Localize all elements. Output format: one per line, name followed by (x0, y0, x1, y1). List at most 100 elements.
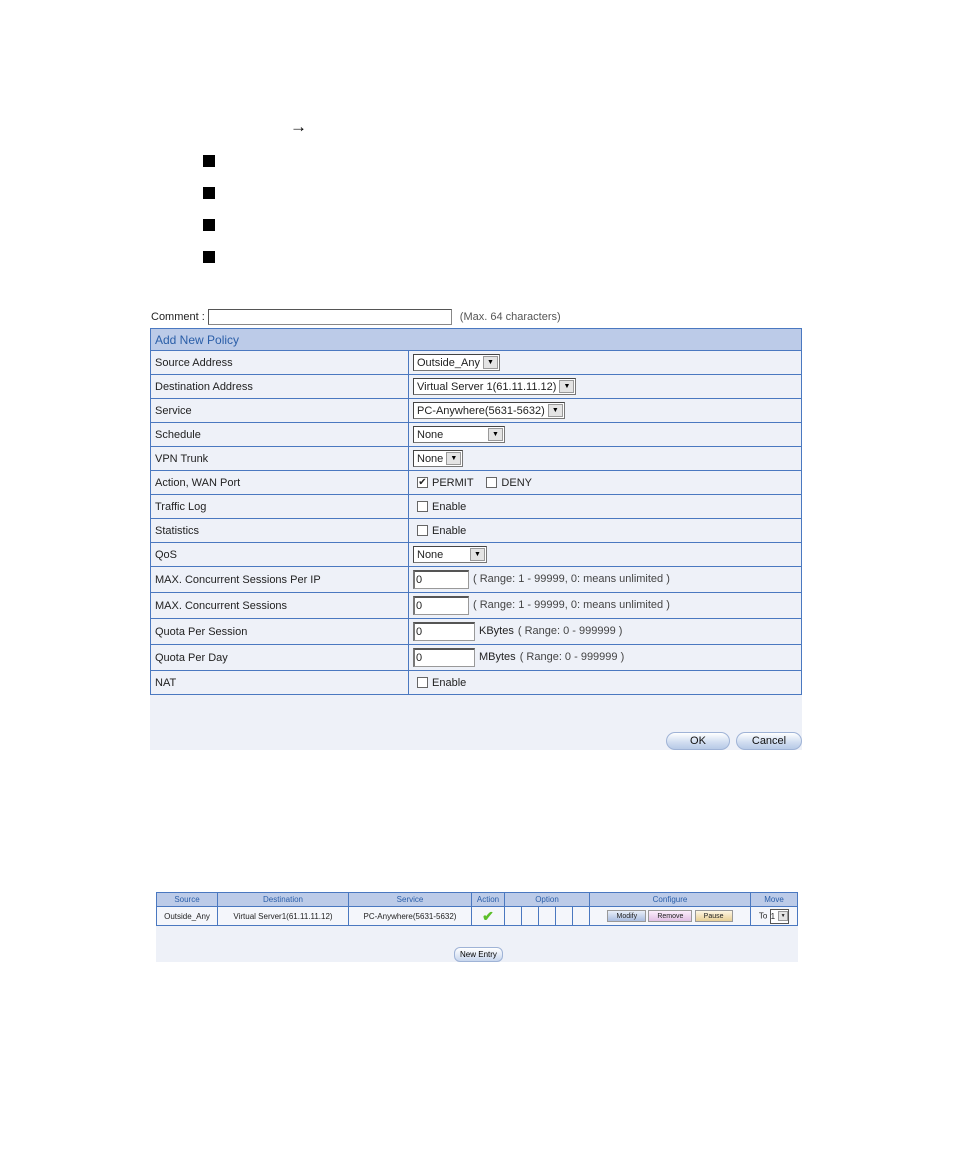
row-statistics: Statistics Enable (150, 518, 802, 543)
row-schedule: Schedule None ▼ (150, 422, 802, 447)
vpn-trunk-value: None (417, 452, 444, 465)
new-entry-button[interactable]: New Entry (454, 947, 503, 962)
nat-enable-label: Enable (432, 676, 467, 689)
source-address-select[interactable]: Outside_Any ▼ (413, 354, 500, 371)
schedule-label: Schedule (150, 422, 409, 447)
statistics-enable-label: Enable (432, 524, 467, 537)
move-value: 1 (770, 911, 776, 921)
max-sessions-hint: ( Range: 1 - 99999, 0: means unlimited ) (473, 599, 670, 612)
row-quota-per-day: Quota Per Day 0 MBytes( Range: 0 - 999999… (150, 644, 802, 671)
add-policy-panel: Comment : (Max. 64 characters) Add New P… (150, 306, 802, 750)
schedule-select[interactable]: None ▼ (413, 426, 505, 443)
cell-option (537, 906, 556, 926)
pause-button[interactable]: Pause (694, 910, 733, 922)
statistics-checkbox[interactable] (417, 525, 428, 537)
row-quota-per-session: Quota Per Session 0 KBytes( Range: 0 - 99… (150, 618, 802, 645)
cell-source: Outside_Any (156, 906, 218, 926)
quota-per-session-input[interactable]: 0 (413, 622, 475, 641)
modify-button[interactable]: Modify (607, 910, 647, 922)
qos-select[interactable]: None ▼ (413, 546, 487, 563)
bullet-icon (203, 187, 215, 199)
policy-table: Source Destination Service Action Option… (156, 892, 798, 926)
vpn-trunk-select[interactable]: None ▼ (413, 450, 464, 467)
qos-label: QoS (150, 542, 409, 567)
comment-input[interactable] (207, 309, 452, 325)
cancel-button[interactable]: Cancel (736, 732, 802, 750)
remove-button[interactable]: Remove (648, 910, 693, 922)
row-qos: QoS None ▼ (150, 542, 802, 567)
form-buttons: OK Cancel (666, 732, 802, 750)
cell-option (554, 906, 573, 926)
col-move: Move (750, 892, 798, 907)
chevron-down-icon: ▼ (470, 548, 485, 561)
quota-per-session-label: Quota Per Session (150, 618, 409, 645)
row-max-sessions-per-ip: MAX. Concurrent Sessions Per IP 0 ( Range… (150, 566, 802, 593)
source-address-value: Outside_Any (417, 356, 480, 369)
quota-per-day-label: Quota Per Day (150, 644, 409, 671)
max-sessions-per-ip-label: MAX. Concurrent Sessions Per IP (150, 566, 409, 593)
policy-list-panel: Source Destination Service Action Option… (156, 892, 798, 962)
move-select[interactable]: 1 ▼ (769, 908, 790, 924)
service-label: Service (150, 398, 409, 423)
destination-address-select[interactable]: Virtual Server 1(61.11.11.12) ▼ (413, 378, 577, 395)
row-action-wan-port: Action, WAN Port ✔ PERMIT DENY (150, 470, 802, 495)
deny-checkbox[interactable] (486, 477, 498, 489)
cell-action: ✔ (471, 906, 505, 926)
policy-table-header: Source Destination Service Action Option… (156, 892, 798, 907)
max-sessions-input[interactable]: 0 (413, 596, 469, 615)
cell-service: PC-Anywhere(5631-5632) (348, 906, 472, 926)
row-source-address: Source Address Outside_Any ▼ (150, 350, 802, 375)
destination-address-label: Destination Address (150, 374, 409, 399)
nat-label: NAT (150, 670, 409, 695)
nat-checkbox[interactable] (417, 677, 428, 689)
ok-button[interactable]: OK (666, 732, 730, 750)
schedule-value: None (417, 428, 444, 441)
col-option: Option (504, 892, 590, 907)
col-source: Source (156, 892, 218, 907)
bullet-icon (203, 155, 215, 167)
cell-option (504, 906, 522, 926)
permit-checkbox[interactable]: ✔ (417, 477, 428, 489)
statistics-label: Statistics (150, 518, 409, 543)
max-sessions-per-ip-input[interactable]: 0 (413, 570, 469, 589)
qos-value: None (417, 548, 444, 561)
comment-row: Comment : (Max. 64 characters) (150, 306, 802, 328)
chevron-down-icon: ▼ (778, 911, 789, 921)
cell-option (520, 906, 539, 926)
action-wan-port-label: Action, WAN Port (150, 470, 409, 495)
comment-label: Comment : (151, 311, 205, 323)
col-configure: Configure (589, 892, 751, 907)
cell-option (571, 906, 591, 926)
cell-move: To 1 ▼ (750, 906, 798, 926)
row-traffic-log: Traffic Log Enable (150, 494, 802, 519)
chevron-down-icon: ▼ (482, 356, 498, 369)
quota-per-day-hint: ( Range: 0 - 999999 ) (519, 651, 625, 664)
service-select[interactable]: PC-Anywhere(5631-5632) ▼ (413, 402, 565, 419)
vpn-trunk-label: VPN Trunk (150, 446, 409, 471)
row-destination-address: Destination Address Virtual Server 1(61.… (150, 374, 802, 399)
form-header: Add New Policy (150, 328, 802, 351)
bullet-icon (203, 219, 215, 231)
chevron-down-icon: ▼ (559, 380, 575, 393)
row-service: Service PC-Anywhere(5631-5632) ▼ (150, 398, 802, 423)
traffic-log-label: Traffic Log (150, 494, 409, 519)
quota-per-day-input[interactable]: 0 (413, 648, 475, 667)
traffic-log-checkbox[interactable] (417, 501, 428, 513)
chevron-down-icon: ▼ (547, 404, 563, 417)
permit-label: PERMIT (432, 476, 474, 489)
move-to-label: To (758, 911, 768, 921)
bullet-icon (203, 251, 215, 263)
quota-per-session-hint: ( Range: 0 - 999999 ) (517, 625, 623, 638)
cell-configure: Modify Remove Pause (589, 906, 751, 926)
destination-address-value: Virtual Server 1(61.11.11.12) (417, 380, 557, 393)
traffic-log-enable-label: Enable (432, 500, 467, 513)
chevron-down-icon: ▼ (488, 428, 503, 441)
max-sessions-per-ip-hint: ( Range: 1 - 99999, 0: means unlimited ) (473, 573, 670, 586)
row-max-sessions: MAX. Concurrent Sessions 0 ( Range: 1 - 9… (150, 592, 802, 619)
quota-per-session-unit: KBytes (479, 625, 514, 638)
row-vpn-trunk: VPN Trunk None ▼ (150, 446, 802, 471)
col-service: Service (348, 892, 472, 907)
source-address-label: Source Address (150, 350, 409, 375)
permit-check-icon: ✔ (482, 908, 494, 924)
chevron-down-icon: ▼ (446, 452, 462, 465)
